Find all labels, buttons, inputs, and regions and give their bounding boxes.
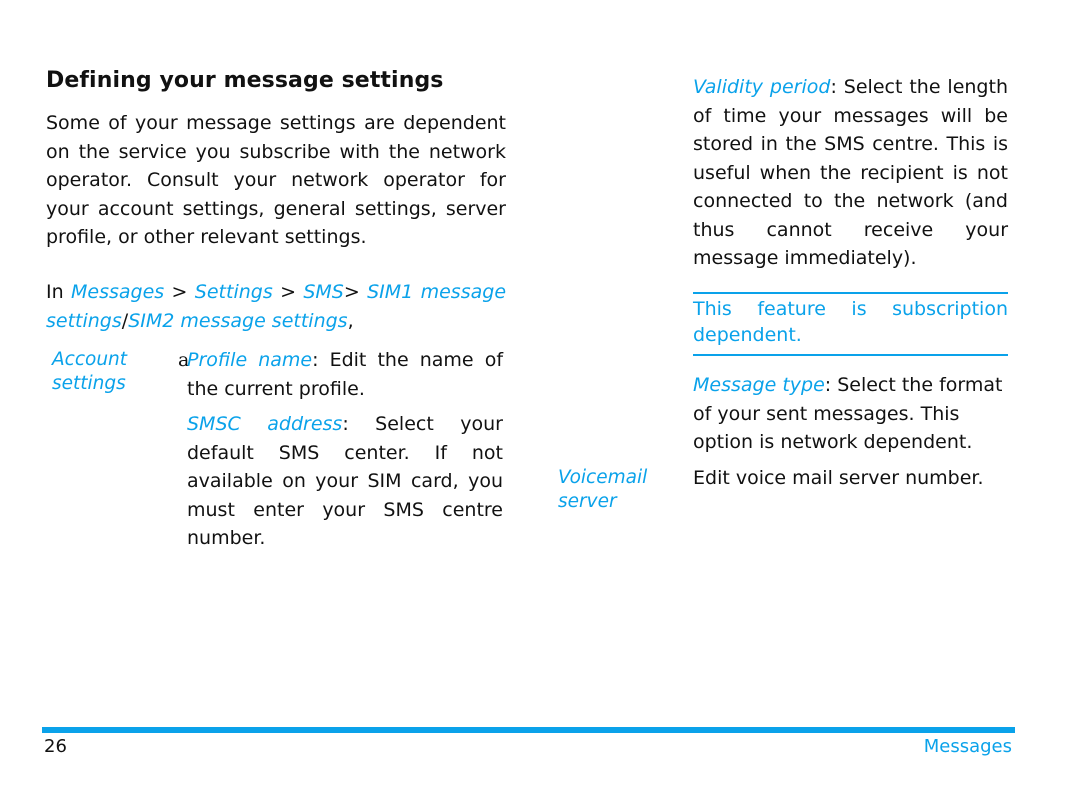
page-number: 26 xyxy=(44,736,67,757)
note-divider-top xyxy=(693,292,1008,294)
label-line: Voicemail xyxy=(558,467,648,488)
page-title: Defining your message settings xyxy=(46,68,444,93)
account-settings-label: Account settings xyxy=(52,348,127,396)
term: Profile name xyxy=(187,349,313,371)
smsc-address-item: SMSC address: Select your default SMS ce… xyxy=(187,410,503,553)
term: Message type xyxy=(693,374,825,396)
intro-paragraph: Some of your message settings are depend… xyxy=(46,112,506,248)
voicemail-server-label: Voicemail server xyxy=(558,466,647,514)
footer-bar xyxy=(42,727,1015,733)
menu-path: In Messages > Settings > SMS> SIM1 messa… xyxy=(46,278,506,335)
description: : Select the length of time your message… xyxy=(693,76,1008,269)
path-separator: > xyxy=(272,281,304,303)
label-line: settings xyxy=(52,373,126,394)
profile-name-item: Profile name: Edit the name of the curre… xyxy=(187,346,503,403)
term: SMSC address xyxy=(187,413,343,435)
path-settings: Settings xyxy=(194,281,273,303)
subscription-note: This feature is subscription dependent. xyxy=(693,298,1008,346)
path-separator: > xyxy=(343,281,368,303)
path-sms: SMS xyxy=(303,281,344,303)
label-line: server xyxy=(558,491,617,512)
term: Validity period xyxy=(693,76,831,98)
path-prefix: In xyxy=(46,281,71,303)
path-suffix: , xyxy=(347,309,354,332)
path-sim2: SIM2 message settings xyxy=(128,309,348,332)
note-divider-bottom xyxy=(693,354,1008,356)
voicemail-description: Edit voice mail server number. xyxy=(693,467,984,489)
path-separator: > xyxy=(164,281,195,303)
label-line: Account xyxy=(52,349,128,370)
section-name: Messages xyxy=(923,736,1012,757)
message-type-item: Message type: Select the format of your … xyxy=(693,371,1011,457)
validity-period-item: Validity period: Select the length of ti… xyxy=(693,73,1008,273)
path-messages: Messages xyxy=(71,281,165,303)
